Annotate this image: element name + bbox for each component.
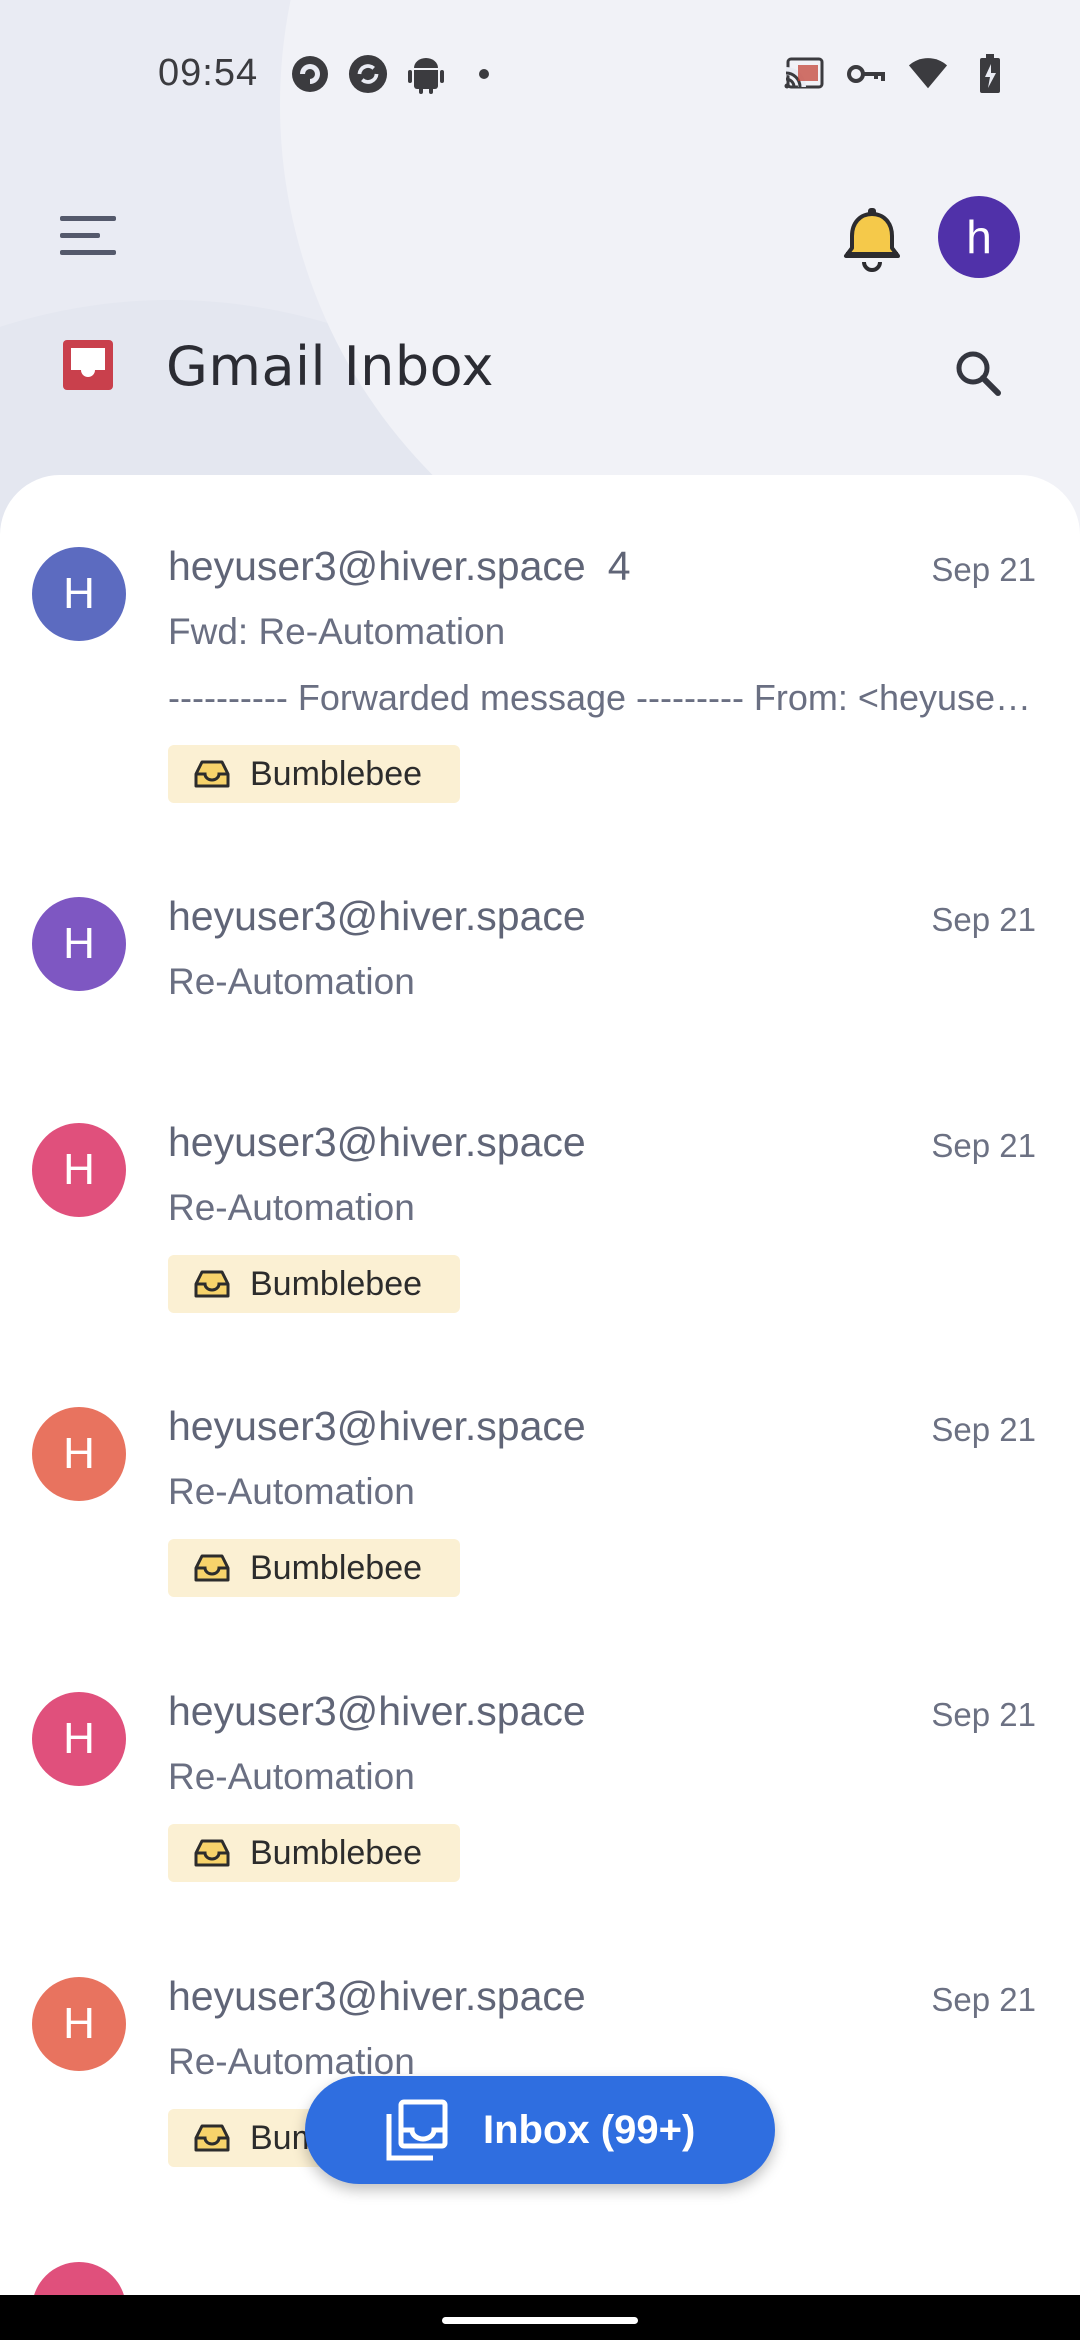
dot-icon	[464, 54, 504, 94]
sender-avatar	[32, 2262, 126, 2295]
email-date: Sep 21	[931, 1411, 1036, 1448]
email-date: Sep 21	[931, 1981, 1036, 2018]
email-row[interactable]: H heyuser3@hiver.space Sep 21 Re-Automat…	[0, 1660, 1080, 1930]
label-chip[interactable]: Bumblebee	[168, 1824, 460, 1882]
thread-count: 4	[607, 543, 631, 589]
menu-button[interactable]	[50, 206, 130, 266]
wifi-icon	[908, 54, 948, 94]
sync-icon	[348, 54, 388, 94]
sender-email: heyuser3@hiver.space	[168, 1119, 586, 1165]
label-inbox-icon	[194, 1270, 230, 1298]
system-navigation-bar	[0, 2295, 1080, 2340]
cast-icon	[784, 54, 824, 94]
search-icon	[956, 351, 1001, 396]
label-inbox-icon	[194, 2124, 230, 2152]
label-inbox-icon	[194, 1839, 230, 1867]
stacked-inbox-icon	[386, 2099, 448, 2161]
email-row[interactable]: H heyuser3@hiver.space Sep 21 Re-Automat…	[0, 1091, 1080, 1361]
email-date: Sep 21	[931, 1127, 1036, 1164]
android-icon	[406, 54, 446, 94]
status-time: 09:54	[158, 52, 259, 94]
label-text: Bumblebee	[250, 1833, 423, 1872]
vpn-key-icon	[846, 54, 886, 94]
email-row[interactable]: H heyuser3@hiver.space Sep 21 Re-Automat…	[0, 865, 1080, 1085]
status-bar: 09:54	[0, 0, 1080, 150]
label-chip[interactable]: Bumblebee	[168, 745, 460, 803]
email-row[interactable]	[0, 2230, 1080, 2295]
sender-email: heyuser3@hiver.space	[168, 1403, 586, 1449]
sender-avatar: H	[32, 1407, 126, 1501]
email-date: Sep 21	[931, 901, 1036, 938]
label-text: Bumblebee	[250, 1264, 423, 1303]
page-title: Gmail Inbox	[166, 335, 494, 398]
label-text: Bumblebee	[250, 1548, 423, 1587]
sender-email: heyuser3@hiver.space	[168, 1688, 586, 1734]
menu-icon	[60, 216, 116, 255]
pocket-casts-icon	[290, 54, 330, 94]
email-date: Sep 21	[931, 551, 1036, 588]
email-list[interactable]: H heyuser3@hiver.space 4 Sep 21 Fwd: Re-A…	[0, 475, 1080, 2295]
label-inbox-icon	[194, 760, 230, 788]
search-button[interactable]	[944, 339, 1014, 409]
sender-email: heyuser3@hiver.space	[168, 543, 586, 589]
sender-avatar: H	[32, 1692, 126, 1786]
sender-name: heyuser3@hiver.space 4	[168, 543, 631, 590]
bell-icon	[844, 208, 900, 272]
sender-avatar: H	[32, 1123, 126, 1217]
email-row[interactable]: H heyuser3@hiver.space Sep 21 Re-Automat…	[0, 1375, 1080, 1645]
battery-charging-icon	[970, 54, 1010, 94]
sender-email: heyuser3@hiver.space	[168, 893, 586, 939]
email-date: Sep 21	[931, 1696, 1036, 1733]
email-row[interactable]: H heyuser3@hiver.space 4 Sep 21 Fwd: Re-A…	[0, 515, 1080, 845]
top-app-bar: h	[0, 180, 1080, 290]
email-subject: Re-Automation	[168, 1756, 415, 1797]
label-text: Bumblebee	[250, 754, 423, 793]
email-subject: Fwd: Re-Automation	[168, 611, 506, 652]
sender-avatar: H	[32, 1977, 126, 2071]
account-avatar[interactable]: h	[938, 196, 1020, 278]
inbox-icon	[60, 337, 116, 393]
email-subject: Re-Automation	[168, 961, 415, 1002]
sender-email: heyuser3@hiver.space	[168, 1973, 586, 2019]
fab-label: Inbox (99+)	[483, 2107, 696, 2152]
label-inbox-icon	[194, 1554, 230, 1582]
sender-avatar: H	[32, 897, 126, 991]
notifications-button[interactable]	[832, 200, 912, 280]
home-gesture-handle[interactable]	[442, 2317, 638, 2324]
sender-avatar: H	[32, 547, 126, 641]
label-chip[interactable]: Bumblebee	[168, 1539, 460, 1597]
email-subject: Re-Automation	[168, 1187, 415, 1228]
email-subject: Re-Automation	[168, 1471, 415, 1512]
page-header: Gmail Inbox	[0, 315, 1080, 415]
label-chip[interactable]: Bumblebee	[168, 1255, 460, 1313]
email-snippet: ---------- Forwarded message --------- F…	[168, 677, 1038, 718]
inbox-switcher-button[interactable]: Inbox (99+)	[305, 2076, 775, 2184]
